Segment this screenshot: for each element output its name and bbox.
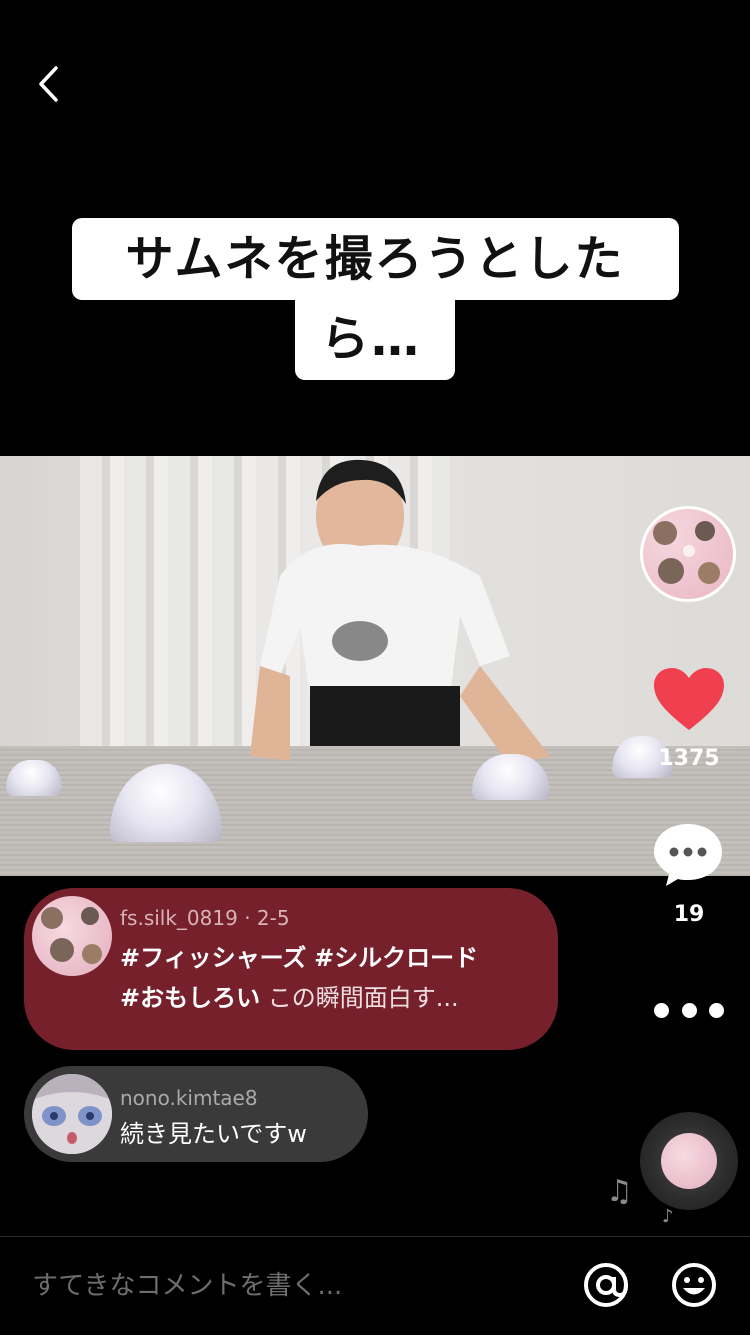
back-chevron-icon bbox=[39, 66, 58, 102]
more-dots-icon bbox=[709, 1002, 724, 1018]
at-sign-icon bbox=[584, 1263, 628, 1307]
video-caption: サムネを撮ろうとした ら… bbox=[0, 218, 750, 380]
comment-button[interactable] bbox=[652, 822, 724, 888]
comment-count: 19 bbox=[673, 902, 705, 927]
video-description[interactable]: fs.silk_0819 · 2-5 #フィッシャーズ #シルクロード #おもし… bbox=[24, 888, 558, 1050]
hashtag[interactable]: #シルクロード bbox=[314, 944, 478, 972]
comment-bubble-icon bbox=[654, 824, 722, 886]
anime-avatar-icon bbox=[32, 1074, 112, 1154]
heart-icon bbox=[654, 668, 724, 730]
like-count: 1375 bbox=[658, 746, 720, 771]
back-button[interactable] bbox=[28, 60, 68, 108]
music-disc[interactable] bbox=[640, 1112, 738, 1210]
caption-line-2: ら… bbox=[295, 298, 455, 380]
avatar-collage-icon bbox=[41, 907, 102, 964]
like-button[interactable] bbox=[652, 666, 726, 732]
hashtag[interactable]: #フィッシャーズ bbox=[120, 944, 306, 972]
smiley-icon bbox=[672, 1263, 716, 1307]
caption-line-1: サムネを撮ろうとした bbox=[71, 218, 679, 300]
music-note-icon: ♫ bbox=[606, 1174, 633, 1209]
description-avatar[interactable] bbox=[32, 896, 112, 976]
comment-text: 続き見たいですw bbox=[120, 1120, 307, 1148]
more-dots-icon bbox=[681, 1002, 697, 1018]
comment-input[interactable] bbox=[30, 1259, 554, 1313]
music-disc-cover bbox=[661, 1133, 717, 1189]
comment-bar bbox=[0, 1236, 750, 1335]
video-person bbox=[250, 459, 550, 766]
commenter-avatar[interactable] bbox=[32, 1074, 112, 1154]
music-note-icon: ♪ bbox=[662, 1206, 674, 1227]
video-player[interactable] bbox=[0, 456, 750, 876]
description-body[interactable]: この瞬間面白す... bbox=[268, 984, 459, 1012]
description-username[interactable]: fs.silk_0819 · 2-5 bbox=[120, 906, 290, 930]
more-options-button[interactable] bbox=[654, 992, 724, 1028]
hashtag[interactable]: #おもしろい bbox=[120, 984, 260, 1012]
commenter-username[interactable]: nono.kimtae8 bbox=[120, 1086, 258, 1110]
creator-avatar[interactable] bbox=[640, 506, 736, 602]
avatar-collage-icon bbox=[653, 521, 720, 584]
description-text: #フィッシャーズ #シルクロード #おもしろい この瞬間面白す... bbox=[120, 938, 540, 1018]
mention-button[interactable] bbox=[582, 1261, 630, 1309]
emoji-button[interactable] bbox=[670, 1261, 718, 1309]
more-dots-icon bbox=[654, 1002, 669, 1018]
comment-item[interactable]: nono.kimtae8 続き見たいですw bbox=[24, 1066, 368, 1162]
